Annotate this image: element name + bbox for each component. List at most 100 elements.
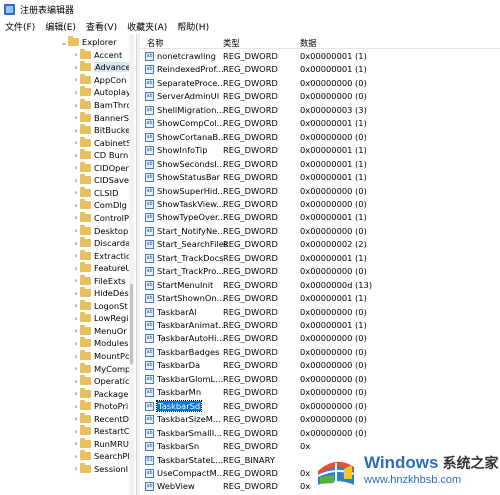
menu-help[interactable]: 帮助(H) [172,20,214,33]
chevron-right-icon[interactable]: › [72,201,80,210]
chevron-right-icon[interactable]: › [72,439,80,448]
chevron-right-icon[interactable]: › [72,414,80,423]
value-row[interactable]: ab Start_TrackPro... REG_DWORD 0x00000000 (… [140,265,500,278]
chevron-right-icon[interactable]: › [72,126,80,135]
value-row[interactable]: ab TaskbarAnimat... REG_DWORD 0x00000001 (1… [140,319,500,332]
value-row[interactable]: ab TaskbarSizeM... REG_DWORD 0x00000000 (0) [140,413,500,426]
value-row[interactable]: ab TaskbarSmallI... REG_DWORD 0x00000000 (0… [140,427,500,440]
chevron-right-icon[interactable]: › [72,188,80,197]
value-row[interactable]: ab TaskbarBadges REG_DWORD 0x00000000 (0) [140,346,500,359]
tree-scrollbar-thumb[interactable] [130,284,133,364]
chevron-right-icon[interactable]: › [72,352,80,361]
tree-item[interactable]: › Modules [72,337,129,350]
tree-item[interactable]: › MenuOr [72,324,127,338]
chevron-right-icon[interactable]: › [72,276,80,285]
tree-item[interactable]: › BannerS [72,111,129,124]
tree-item[interactable]: › Operatic [72,375,130,388]
tree-item[interactable]: › CD Burn [72,149,128,162]
header-name[interactable]: 名称 [147,37,164,49]
tree-item[interactable]: › CLSID [72,186,119,200]
value-row[interactable]: ab TaskbarGlomL... REG_DWORD 0x00000000 (0) [140,373,500,386]
chevron-right-icon[interactable]: › [72,364,80,373]
tree-item[interactable]: › LowRegi [72,312,128,325]
tree-item[interactable]: › MountPc [72,350,130,363]
chevron-right-icon[interactable]: › [72,226,80,235]
tree-item[interactable]: › RestartC [72,425,130,438]
chevron-down-icon[interactable]: ⌄ [60,38,68,47]
value-row[interactable]: ab SeparateProce... REG_DWORD 0x00000000 (0… [140,77,500,90]
tree-scrollbar[interactable] [129,34,134,495]
tree-item[interactable]: › ControlP [72,211,129,225]
values-list[interactable]: 名称 类型 数据 ab nonetcrawling REG_DWORD 0x00000… [140,34,500,495]
value-row[interactable]: ab ShowTypeOver... REG_DWORD 0x00000001 (1) [140,211,500,224]
value-row[interactable]: ab TaskbarAl REG_DWORD 0x00000000 (0) [140,306,500,319]
tree-item[interactable]: › PhotoPri [72,400,128,413]
chevron-right-icon[interactable]: › [72,301,80,310]
chevron-right-icon[interactable]: › [72,176,80,185]
tree-item[interactable]: › AppCon [72,73,126,87]
chevron-right-icon[interactable]: › [72,339,80,348]
value-row[interactable]: ab ShowStatusBar REG_DWORD 0x00000001 (1) [140,171,500,184]
tree-item[interactable]: › SessionI [72,462,128,476]
value-row[interactable]: ab Start_TrackDocs REG_DWORD 0x00000001 (1) [140,252,500,265]
menu-file[interactable]: 文件(F) [0,20,40,33]
tree-item[interactable]: › MyComp [72,362,130,375]
value-row[interactable]: ab TaskbarMn REG_DWORD 0x00000000 (0) [140,386,500,399]
chevron-right-icon[interactable]: › [72,314,80,323]
tree-item[interactable]: › Accent [72,48,122,62]
menu-favorites[interactable]: 收藏夹(A) [122,20,172,33]
tree-item[interactable]: › CIDSave [72,174,129,187]
header-type[interactable]: 类型 [223,37,240,49]
tree-item[interactable]: › Extractic [72,249,131,262]
chevron-right-icon[interactable]: › [72,264,80,273]
tree-item[interactable]: › BamThro [72,99,132,112]
tree-item[interactable]: › Package [72,387,128,400]
chevron-right-icon[interactable]: › [72,402,80,411]
chevron-right-icon[interactable]: › [72,138,80,147]
header-data[interactable]: 数据 [300,37,317,49]
tree-item[interactable]: › FileExts [72,274,126,287]
chevron-right-icon[interactable]: › [72,389,80,398]
value-row[interactable]: ab Start_SearchFiles REG_DWORD 0x00000002 (… [140,238,500,251]
value-row[interactable]: ab ShowSecondsI... REG_DWORD 0x00000001 (1) [140,158,500,171]
value-row[interactable]: ab ShowTaskView... REG_DWORD 0x00000000 (0) [140,198,500,211]
value-row[interactable]: ab StartMenuInit REG_DWORD 0x0000000d (13) [140,279,500,292]
value-row[interactable]: ab ServerAdminUI REG_DWORD 0x00000000 (0) [140,90,500,103]
value-row[interactable]: ab TaskbarDa REG_DWORD 0x00000000 (0) [140,359,500,372]
tree-item[interactable]: › SearchPl [72,450,130,463]
tree-item[interactable]: › Autoplay [72,86,131,99]
chevron-right-icon[interactable]: › [72,75,80,84]
tree-item[interactable]: › RecentD [72,412,129,426]
tree-item[interactable]: › Discarda [72,237,130,250]
value-row[interactable]: ab TaskbarSd REG_DWORD 0x00000000 (0) [140,399,500,413]
chevron-right-icon[interactable]: › [72,63,80,72]
menu-view[interactable]: 查看(V) [81,20,122,33]
chevron-right-icon[interactable]: › [72,251,80,260]
chevron-right-icon[interactable]: › [72,163,80,172]
tree-item-explorer[interactable]: ⌄ Explorer [60,36,117,49]
chevron-right-icon[interactable]: › [72,151,80,160]
value-row[interactable]: ab ShowInfoTip REG_DWORD 0x00000001 (1) [140,144,500,157]
tree-item[interactable]: › BitBucke [72,124,130,137]
chevron-right-icon[interactable]: › [72,289,80,298]
menu-edit[interactable]: 编辑(E) [40,20,81,33]
chevron-right-icon[interactable]: › [72,88,80,97]
tree-item[interactable]: › Desktop [72,224,128,237]
key-tree[interactable]: ⌄ Explorer › Accent › Advance › AppCon › Autoplay… [0,34,133,495]
chevron-right-icon[interactable]: › [72,464,80,473]
chevron-right-icon[interactable]: › [72,50,80,59]
value-row[interactable]: ab ShowSuperHid... REG_DWORD 0x00000000 (0) [140,185,500,198]
chevron-right-icon[interactable]: › [72,452,80,461]
value-row[interactable]: ab ShowCompCol... REG_DWORD 0x00000001 (1) [140,117,500,130]
chevron-right-icon[interactable]: › [72,101,80,110]
value-row[interactable]: ab TaskbarAutoHi... REG_DWORD 0x00000000 (0… [140,332,500,345]
value-row[interactable]: ab Start_NotifyNe... REG_DWORD 0x00000000 (… [140,225,500,238]
value-row[interactable]: ab ShowCortanaB... REG_DWORD 0x00000000 (0) [140,131,500,144]
tree-item[interactable]: › LogonSt [72,299,128,313]
tree-item[interactable]: › CIDOpen [72,161,131,175]
chevron-right-icon[interactable]: › [72,377,80,386]
value-row[interactable]: ab StartShownOn... REG_DWORD 0x00000001 (1) [140,292,500,305]
tree-item[interactable]: › Advance [72,61,132,74]
value-row[interactable]: ab nonetcrawling REG_DWORD 0x00000001 (1) [140,50,500,63]
chevron-right-icon[interactable]: › [72,427,80,436]
